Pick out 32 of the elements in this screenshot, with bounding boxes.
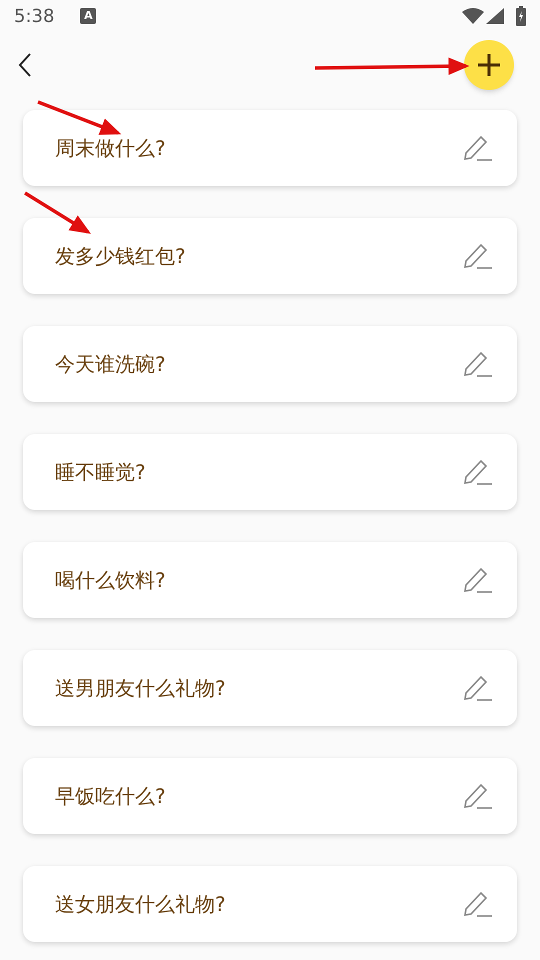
question-title: 发多少钱红包? <box>55 243 186 270</box>
question-card[interactable]: 周末做什么? <box>23 110 517 186</box>
question-card[interactable]: 送女朋友什么礼物? <box>23 866 517 942</box>
question-title: 早饭吃什么? <box>55 783 166 810</box>
question-card[interactable]: 送男朋友什么礼物? <box>23 650 517 726</box>
question-title: 送男朋友什么礼物? <box>55 675 226 702</box>
question-title: 今天谁洗碗? <box>55 351 166 378</box>
question-card[interactable]: 发多少钱红包? <box>23 218 517 294</box>
wifi-icon <box>462 8 484 24</box>
edit-icon[interactable] <box>463 351 493 377</box>
add-button[interactable] <box>464 40 514 90</box>
edit-icon[interactable] <box>463 675 493 701</box>
signal-icon <box>486 8 504 24</box>
question-card[interactable]: 今天谁洗碗? <box>23 326 517 402</box>
edit-icon[interactable] <box>463 243 493 269</box>
question-title: 周末做什么? <box>55 135 166 162</box>
edit-icon[interactable] <box>463 135 493 161</box>
edit-icon[interactable] <box>463 459 493 485</box>
question-title: 送女朋友什么礼物? <box>55 891 226 918</box>
question-title: 喝什么饮料? <box>55 567 166 594</box>
notification-icon: A <box>80 8 96 24</box>
edit-icon[interactable] <box>463 567 493 593</box>
plus-icon <box>477 53 501 77</box>
edit-icon[interactable] <box>463 783 493 809</box>
edit-icon[interactable] <box>463 891 493 917</box>
question-card[interactable]: 睡不睡觉? <box>23 434 517 510</box>
status-time: 5:38 <box>14 4 54 28</box>
arrow <box>24 192 91 234</box>
question-card[interactable]: 喝什么饮料? <box>23 542 517 618</box>
question-title: 睡不睡觉? <box>55 459 146 486</box>
question-card[interactable]: 早饭吃什么? <box>23 758 517 834</box>
battery-icon <box>516 6 526 26</box>
